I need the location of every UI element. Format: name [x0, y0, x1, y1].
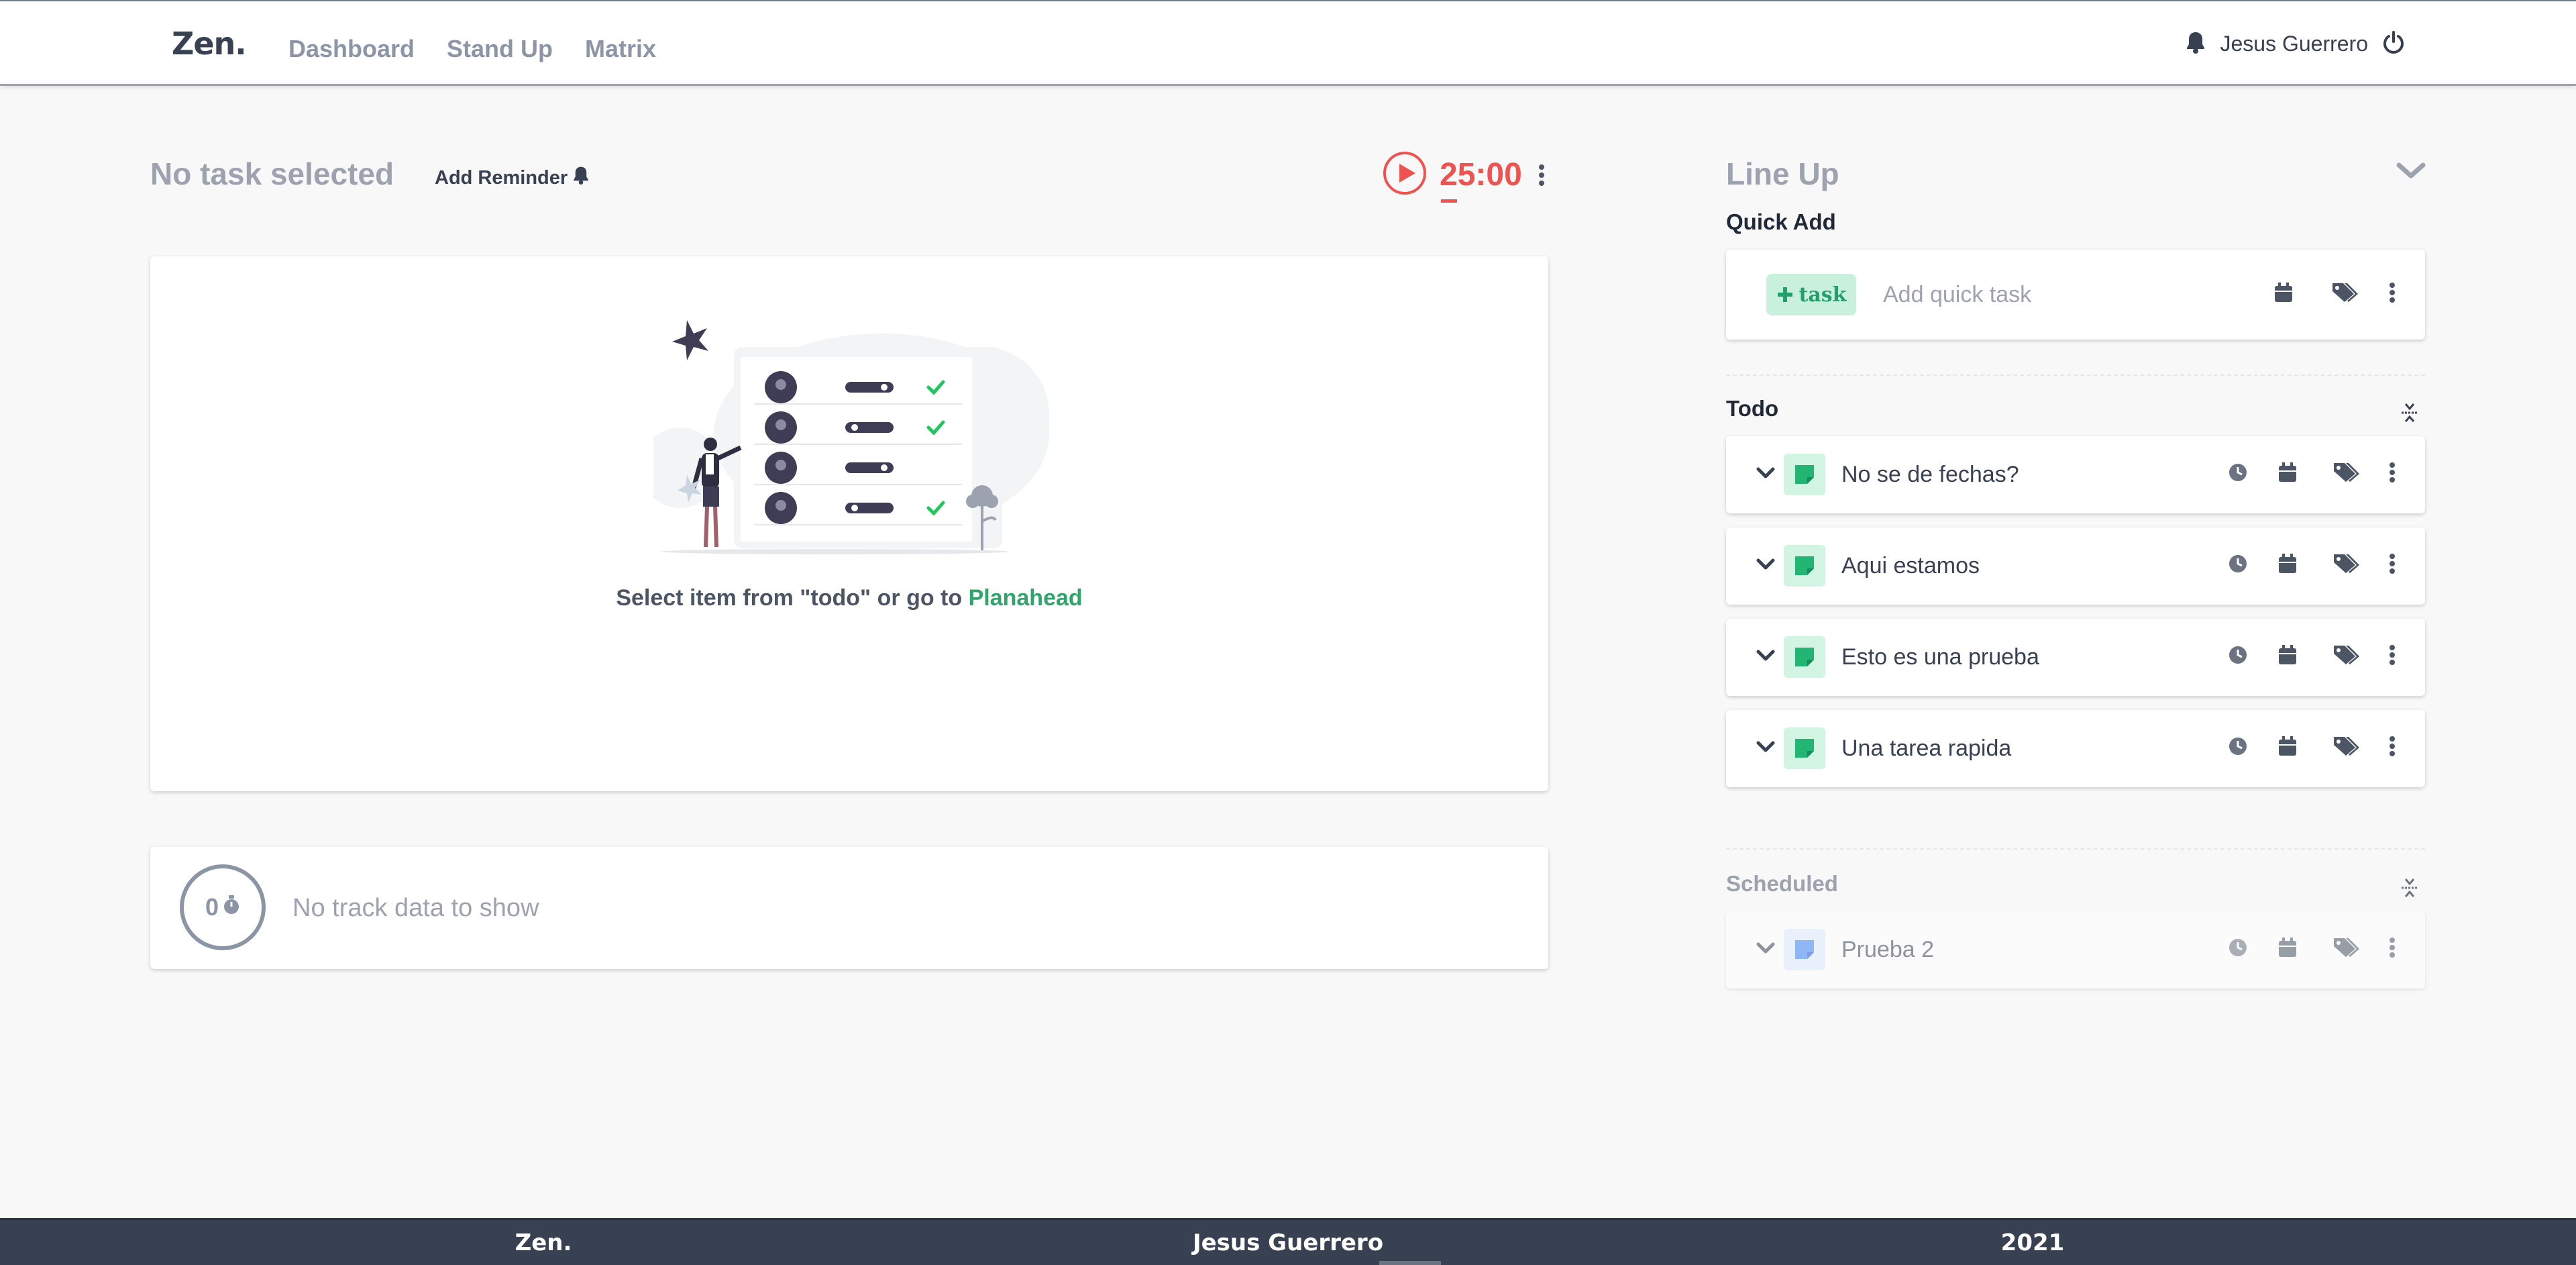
clock-icon[interactable]: [2228, 645, 2248, 665]
timer-display[interactable]: 25:00: [1440, 156, 1522, 203]
calendar-icon[interactable]: [2277, 553, 2298, 574]
chevron-down-icon[interactable]: [1756, 740, 1776, 758]
task-chip-label: task: [1799, 283, 1847, 307]
more-icon[interactable]: [2389, 937, 2396, 958]
more-icon[interactable]: [2389, 282, 2396, 303]
clock-icon[interactable]: [2228, 736, 2248, 756]
todo-item-actions: [2228, 462, 2396, 483]
empty-task-panel: Select item from "todo" or go to Planahe…: [150, 256, 1548, 791]
current-task-title: No task selected: [150, 156, 394, 191]
add-reminder-label: Add Reminder: [435, 166, 568, 189]
plus-icon: [1777, 287, 1792, 302]
clock-icon[interactable]: [2228, 554, 2248, 574]
todo-item[interactable]: Una tarea rapida: [1726, 710, 2425, 787]
scheduled-item-actions: [2228, 937, 2396, 958]
timer-menu-icon[interactable]: [1538, 164, 1546, 190]
task-type-chip[interactable]: task: [1766, 274, 1856, 315]
chevron-down-icon[interactable]: [1756, 466, 1776, 484]
footer-author: Jesus Guerrero: [1192, 1229, 1384, 1256]
more-icon[interactable]: [2389, 736, 2396, 757]
add-reminder-button[interactable]: Add Reminder: [435, 166, 589, 190]
clock-icon[interactable]: [2228, 462, 2248, 483]
footer-year: 2021: [2000, 1229, 2065, 1256]
checklist-illustration: [640, 320, 1049, 565]
nav-matrix[interactable]: Matrix: [585, 35, 656, 63]
divider: [1726, 848, 2425, 850]
sticky-note-icon: [1784, 929, 1825, 970]
quick-add-actions: [2273, 282, 2396, 303]
calendar-icon[interactable]: [2273, 282, 2294, 303]
tags-icon[interactable]: [2332, 736, 2361, 757]
sticky-note-icon: [1784, 454, 1825, 495]
calendar-icon[interactable]: [2277, 937, 2298, 958]
top-navbar: Zen. Dashboard Stand Up Matrix Jesus Gue…: [0, 0, 2576, 86]
todo-item[interactable]: Aqui estamos: [1726, 527, 2425, 605]
nav-stand-up[interactable]: Stand Up: [447, 35, 553, 63]
todo-item[interactable]: No se de fechas?: [1726, 436, 2425, 513]
user-name[interactable]: Jesus Guerrero: [2220, 32, 2368, 56]
quick-task-input[interactable]: Add quick task: [1883, 282, 2031, 308]
chevron-down-icon[interactable]: [2395, 160, 2427, 185]
chevron-down-icon[interactable]: [1756, 941, 1776, 959]
todo-item-actions: [2228, 644, 2396, 666]
todo-item-title[interactable]: Esto es una prueba: [1841, 644, 2039, 670]
scheduled-item-title[interactable]: Prueba 2: [1841, 937, 1934, 963]
tags-icon[interactable]: [2331, 282, 2359, 303]
more-icon[interactable]: [2389, 553, 2396, 574]
brand-logo[interactable]: Zen.: [172, 26, 247, 62]
todo-item[interactable]: Esto es una prueba: [1726, 619, 2425, 696]
footer-brand: Zen.: [515, 1229, 572, 1256]
calendar-icon[interactable]: [2277, 736, 2298, 757]
sticky-note-icon: [1784, 545, 1825, 587]
tags-icon[interactable]: [2332, 553, 2361, 574]
nav-dashboard[interactable]: Dashboard: [288, 35, 415, 63]
todo-item-actions: [2228, 553, 2396, 574]
divider: [1726, 374, 2425, 376]
pomodoro-timer: 25:00: [1382, 150, 1522, 203]
power-icon[interactable]: [2383, 31, 2404, 57]
more-icon[interactable]: [2389, 644, 2396, 666]
todo-item-actions: [2228, 736, 2396, 757]
tags-icon[interactable]: [2332, 937, 2361, 958]
track-counter: 0: [180, 864, 266, 950]
footer: Zen. Jesus Guerrero 2021: [0, 1218, 2576, 1265]
sticky-note-icon: [1784, 636, 1825, 678]
empty-state-text: Select item from "todo" or go to: [616, 585, 969, 611]
track-count: 0: [205, 893, 219, 921]
scheduled-label: Scheduled: [1726, 871, 1838, 896]
scroll-indicator: [1379, 1261, 1441, 1265]
clock-icon[interactable]: [2228, 938, 2248, 958]
collapse-icon[interactable]: [2400, 876, 2419, 903]
stopwatch-icon: [223, 893, 240, 921]
track-empty-text: No track data to show: [292, 894, 539, 922]
time-tracker-panel: 0 No track data to show: [150, 847, 1548, 969]
play-icon[interactable]: [1382, 150, 1428, 199]
bell-icon: [573, 166, 589, 190]
chevron-down-icon[interactable]: [1756, 648, 1776, 666]
more-icon[interactable]: [2389, 462, 2396, 483]
user-area: Jesus Guerrero: [2186, 31, 2404, 57]
empty-state-message: Select item from "todo" or go to Planahe…: [150, 585, 1548, 611]
sticky-note-icon: [1784, 727, 1825, 769]
scheduled-item[interactable]: Prueba 2: [1726, 911, 2425, 989]
todo-item-title[interactable]: No se de fechas?: [1841, 462, 2019, 488]
bell-icon[interactable]: [2186, 31, 2205, 57]
tags-icon[interactable]: [2332, 644, 2361, 666]
calendar-icon[interactable]: [2277, 462, 2298, 483]
todo-item-title[interactable]: Una tarea rapida: [1841, 736, 2011, 762]
todo-label: Todo: [1726, 396, 1779, 421]
todo-item-title[interactable]: Aqui estamos: [1841, 553, 1980, 579]
chevron-down-icon[interactable]: [1756, 557, 1776, 575]
tags-icon[interactable]: [2332, 462, 2361, 483]
collapse-icon[interactable]: [2400, 401, 2419, 427]
lineup-title: Line Up: [1726, 156, 1839, 191]
calendar-icon[interactable]: [2277, 644, 2298, 666]
quick-add-label: Quick Add: [1726, 209, 1836, 234]
planahead-link[interactable]: Planahead: [969, 585, 1083, 611]
quick-add-card: task Add quick task: [1726, 250, 2425, 340]
